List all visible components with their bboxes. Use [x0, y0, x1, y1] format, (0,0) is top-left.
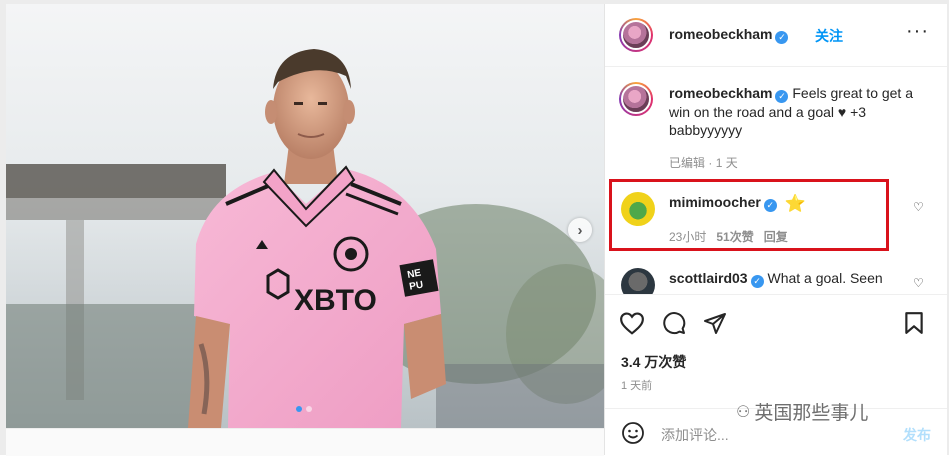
comment-likes[interactable]: 51次赞: [716, 230, 753, 244]
caption-meta: 已编辑 · 1 天: [669, 156, 738, 170]
post-comment-button[interactable]: 发布: [903, 425, 931, 445]
caption-username[interactable]: romeobeckham: [669, 85, 772, 101]
post-actions: 3.4 万次赞 1 天前: [605, 294, 947, 415]
screenshot-frame: XBTO NE PU › romeobeckham ✓ 关注 ··· romeob…: [0, 0, 949, 456]
comment-username[interactable]: scottlaird03: [669, 270, 748, 286]
media-bottom-strip: [6, 428, 604, 456]
watermark: ⚇ 英国那些事儿: [736, 398, 868, 425]
likes-count[interactable]: 3.4 万次赞: [621, 352, 686, 372]
post-caption: romeobeckham ✓ Feels great to get a win o…: [669, 84, 919, 139]
caption-avatar[interactable]: [619, 82, 653, 116]
carousel-indicator: [296, 406, 312, 412]
comment-like-heart-icon[interactable]: ♡: [913, 200, 924, 214]
comment-time: 23小时: [669, 230, 707, 244]
post-author-username[interactable]: romeobeckham ✓: [669, 26, 789, 44]
caption-time: 1 天: [715, 156, 738, 170]
comment-text: What a goal. Seen: [767, 270, 883, 286]
comment-avatar[interactable]: [621, 268, 655, 294]
comment-row: scottlaird03 ✓ What a goal. Seen: [669, 270, 883, 288]
follow-button[interactable]: 关注: [815, 26, 843, 46]
verified-icon: ✓: [750, 275, 764, 288]
carousel-dot-active: [296, 406, 302, 412]
star-emoji: ⭐: [784, 194, 806, 213]
post-side-panel: romeobeckham ✓ 关注 ··· romeobeckham ✓ Feels…: [604, 4, 947, 455]
reply-button[interactable]: 回复: [764, 230, 788, 244]
share-icon[interactable]: [703, 311, 727, 340]
watermark-text: 英国那些事儿: [754, 403, 869, 424]
jersey-sponsor-text: XBTO: [294, 284, 377, 317]
heart-icon[interactable]: [619, 311, 645, 340]
comment-avatar[interactable]: [621, 192, 655, 226]
next-image-button[interactable]: ›: [568, 218, 592, 242]
instagram-post: XBTO NE PU › romeobeckham ✓ 关注 ··· romeob…: [6, 4, 947, 456]
emoji-icon[interactable]: [621, 421, 645, 450]
verified-icon: ✓: [763, 199, 777, 212]
verified-icon: ✓: [775, 90, 789, 103]
comment-username[interactable]: mimimoocher: [669, 194, 761, 210]
add-comment-input[interactable]: 添加评论...: [661, 425, 729, 445]
avatar[interactable]: [619, 18, 653, 52]
post-timestamp[interactable]: 1 天前: [621, 377, 652, 393]
wechat-icon: ⚇: [736, 403, 751, 421]
comment-meta: 23小时 51次赞 回复: [669, 228, 788, 245]
comment-icon[interactable]: [661, 311, 687, 340]
post-header: romeobeckham ✓ 关注 ···: [605, 4, 947, 67]
chevron-right-icon: ›: [577, 221, 583, 239]
comments-list[interactable]: romeobeckham ✓ Feels great to get a win o…: [605, 66, 947, 294]
post-media[interactable]: XBTO NE PU ›: [6, 4, 604, 428]
comment-like-heart-icon[interactable]: ♡: [913, 276, 924, 290]
comment-row: mimimoocher ✓ ⭐: [669, 194, 806, 214]
carousel-dot: [306, 406, 312, 412]
bookmark-icon[interactable]: [903, 311, 925, 340]
post-photo: XBTO NE PU: [6, 4, 604, 428]
caption-edited-label: 已编辑: [669, 156, 706, 170]
more-icon[interactable]: ···: [906, 21, 929, 41]
verified-icon: ✓: [775, 31, 789, 44]
